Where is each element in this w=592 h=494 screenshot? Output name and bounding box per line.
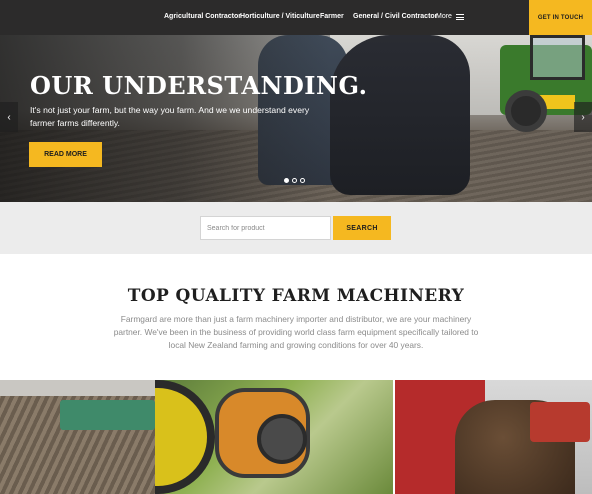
section-description: Farmgard are more than just a farm machi… bbox=[113, 314, 479, 351]
get-in-touch-button[interactable]: GET IN TOUCH bbox=[529, 0, 592, 35]
tractor-cab-image bbox=[530, 35, 585, 80]
hero-text: It's not just your farm, but the way you… bbox=[30, 105, 310, 128]
nav-horticulture-viticulture[interactable]: Horticulture / Viticulture bbox=[240, 13, 320, 20]
more-menu-button[interactable]: More bbox=[436, 13, 464, 20]
mulcher-image[interactable] bbox=[155, 380, 393, 494]
kneeling-figure-image bbox=[330, 35, 470, 195]
more-label: More bbox=[436, 13, 452, 20]
hero-slider: OUR UNDERSTANDING. It's not just your fa… bbox=[0, 35, 592, 202]
slider-dot-3[interactable] bbox=[300, 178, 305, 183]
soil-spreader-image[interactable] bbox=[395, 380, 592, 494]
mulcher-hub-image bbox=[257, 414, 307, 464]
nav-general-civil-contractor[interactable]: General / Civil Contractor bbox=[353, 13, 437, 20]
search-button[interactable]: SEARCH bbox=[333, 216, 391, 240]
next-slide-arrow-icon[interactable]: › bbox=[574, 102, 592, 132]
prev-slide-arrow-icon[interactable]: ‹ bbox=[0, 102, 18, 132]
slider-dots bbox=[284, 178, 305, 183]
section-title: TOP QUALITY FARM MACHINERY bbox=[127, 286, 465, 306]
hero-title: OUR UNDERSTANDING. bbox=[30, 71, 368, 100]
hamburger-icon bbox=[455, 13, 464, 20]
search-band: SEARCH bbox=[0, 202, 592, 254]
rotary-tiller-image bbox=[60, 400, 155, 430]
site-header: Agricultural Contractor Horticulture / V… bbox=[0, 0, 592, 35]
red-tractor-image bbox=[530, 402, 590, 442]
field-machinery-image[interactable] bbox=[0, 380, 155, 494]
slider-dot-2[interactable] bbox=[292, 178, 297, 183]
mulcher-head-image bbox=[215, 388, 310, 478]
slider-dot-1[interactable] bbox=[284, 178, 289, 183]
read-more-button[interactable]: READ MORE bbox=[29, 142, 102, 167]
tractor-wheel-image bbox=[155, 380, 215, 494]
product-search-input[interactable] bbox=[200, 216, 331, 240]
nav-agricultural-contractor[interactable]: Agricultural Contractor bbox=[164, 13, 241, 20]
image-sky bbox=[0, 380, 155, 396]
tractor-wheel-image bbox=[505, 90, 547, 132]
nav-farmer[interactable]: Farmer bbox=[320, 13, 344, 20]
